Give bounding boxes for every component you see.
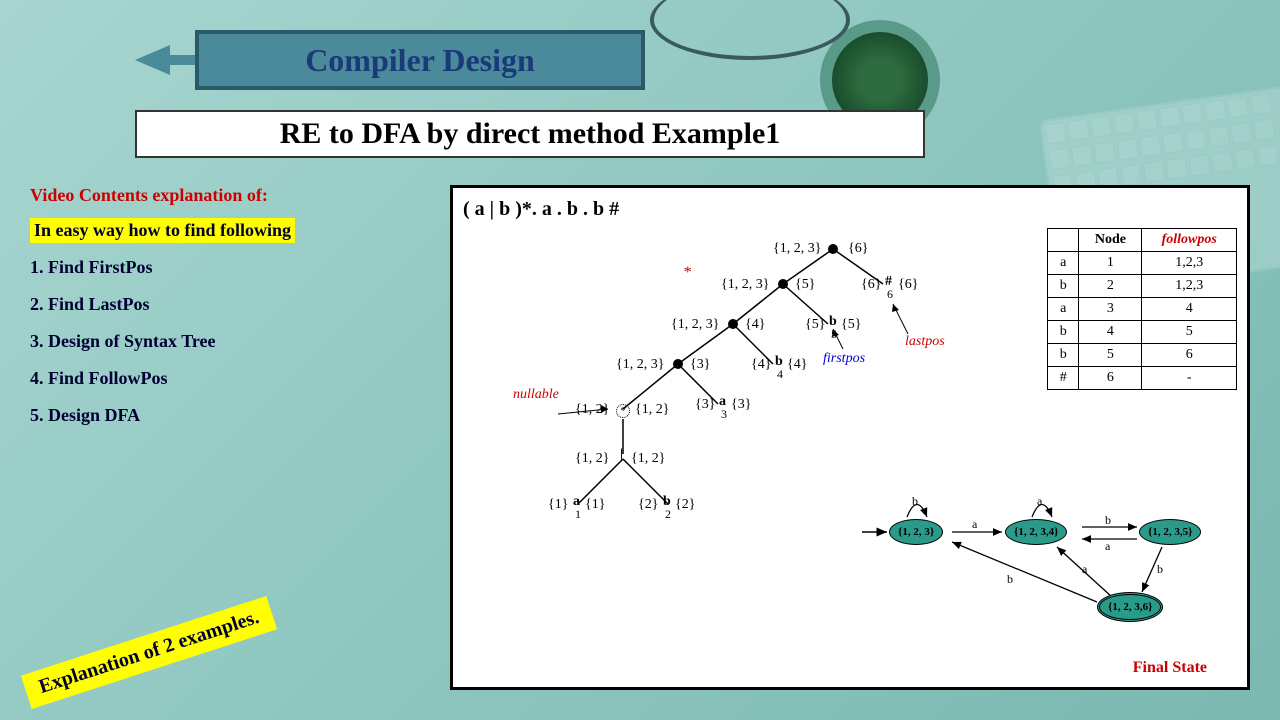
firstpos-label: firstpos <box>823 351 865 367</box>
td: 6 <box>1079 367 1142 390</box>
tree-node-icon <box>778 279 788 289</box>
list-item: 2. Find LastPos <box>30 294 430 315</box>
edge-label: b <box>1105 513 1111 528</box>
edge-label: b <box>1157 562 1163 577</box>
tree-label: {6} <box>848 241 868 257</box>
tree-node-icon <box>828 244 838 254</box>
tree-label: {2} <box>638 497 658 513</box>
tree-label: {3} <box>690 357 710 373</box>
tree-label: {1, 2} <box>631 451 665 467</box>
tree-node-icon <box>728 319 738 329</box>
tree-leaf-sub: 2 <box>665 507 671 522</box>
td: b <box>1048 275 1079 298</box>
followpos-table: Node followpos a11,2,3 b21,2,3 a34 b45 b… <box>1047 228 1237 390</box>
td: 1,2,3 <box>1142 252 1237 275</box>
td: b <box>1048 344 1079 367</box>
tree-label: {1, 2} <box>575 402 609 418</box>
edge-label: a <box>1082 562 1087 577</box>
tree-label: {4} <box>787 357 807 373</box>
tree-or-icon: | <box>620 447 623 463</box>
edge-label: b <box>912 494 918 509</box>
td: 4 <box>1079 321 1142 344</box>
tree-node-icon <box>673 359 683 369</box>
tree-label: {3} <box>695 397 715 413</box>
dfa-state: {1, 2, 3} <box>889 519 943 545</box>
dfa-diagram: b a a b a b b a {1, 2, 3} {1, 2, 3,4} {1… <box>857 477 1237 677</box>
th <box>1048 229 1079 252</box>
td: 2 <box>1079 275 1142 298</box>
td: 1 <box>1079 252 1142 275</box>
tree-leaf-sub: 6 <box>887 287 893 302</box>
tree-leaf-sub: 4 <box>777 367 783 382</box>
tree-label: {5} <box>841 317 861 333</box>
examples-badge: Explanation of 2 examples. <box>21 596 277 709</box>
td: 1,2,3 <box>1142 275 1237 298</box>
edge-label: b <box>1007 572 1013 587</box>
tree-label: {1} <box>548 497 568 513</box>
tree-label: {5} <box>805 317 825 333</box>
tree-label: {1, 2, 3} <box>773 241 821 257</box>
td: 3 <box>1079 298 1142 321</box>
td: a <box>1048 298 1079 321</box>
th: followpos <box>1142 229 1237 252</box>
list-item: 4. Find FollowPos <box>30 368 430 389</box>
tree-label: {1, 2, 3} <box>721 277 769 293</box>
list-item: 5. Design DFA <box>30 405 430 426</box>
tree-leaf-sub: 5 <box>831 327 837 342</box>
tree-label: {1} <box>585 497 605 513</box>
tree-label: {6} <box>898 277 918 293</box>
dfa-state: {1, 2, 3,4} <box>1005 519 1067 545</box>
subtitle-text: RE to DFA by direct method Example1 <box>280 117 781 151</box>
edge-label: a <box>1037 494 1042 509</box>
td: # <box>1048 367 1079 390</box>
subtitle-banner: RE to DFA by direct method Example1 <box>135 110 925 158</box>
th: Node <box>1079 229 1142 252</box>
title-text: Compiler Design <box>305 42 535 79</box>
title-banner: Compiler Design <box>195 30 645 90</box>
tree-label: {1, 2, 3} <box>616 357 664 373</box>
tree-label: {5} <box>795 277 815 293</box>
tree-label: {2} <box>675 497 695 513</box>
star-marker: * <box>683 264 691 282</box>
td: - <box>1142 367 1237 390</box>
td: b <box>1048 321 1079 344</box>
nullable-label: nullable <box>513 387 559 403</box>
tree-label: {3} <box>731 397 751 413</box>
tree-label: {1, 2} <box>575 451 609 467</box>
tree-label: {1, 2} <box>635 402 669 418</box>
lastpos-label: lastpos <box>905 334 945 350</box>
tree-label: {4} <box>745 317 765 333</box>
edge-label: a <box>1105 539 1110 554</box>
dfa-final-state: {1, 2, 3,6} <box>1097 592 1163 622</box>
tree-leaf-sub: 3 <box>721 407 727 422</box>
td: 5 <box>1142 321 1237 344</box>
dfa-state: {1, 2, 3,5} <box>1139 519 1201 545</box>
td: 5 <box>1079 344 1142 367</box>
edge-label: a <box>972 517 977 532</box>
td: a <box>1048 252 1079 275</box>
tree-label: {1, 2, 3} <box>671 317 719 333</box>
contents-header: Video Contents explanation of: <box>30 185 430 206</box>
regex-expression: ( a | b )*. a . b . b # <box>463 198 1237 221</box>
list-item: 3. Design of Syntax Tree <box>30 331 430 352</box>
star-node-icon: * <box>616 404 630 418</box>
final-state-label: Final State <box>1133 659 1207 677</box>
td: 6 <box>1142 344 1237 367</box>
td: 4 <box>1142 298 1237 321</box>
content-list: Video Contents explanation of: In easy w… <box>30 185 430 442</box>
title-arrow-icon <box>135 45 170 75</box>
tree-label: {4} <box>751 357 771 373</box>
diagram-panel: ( a | b )*. a . b . b # {1, 2, 3} {6} {1… <box>450 185 1250 690</box>
list-item: 1. Find FirstPos <box>30 257 430 278</box>
title-arrow-line <box>170 55 195 65</box>
tree-leaf-sub: 1 <box>575 507 581 522</box>
tree-label: {6} <box>861 277 881 293</box>
highlight-line: In easy way how to find following <box>30 218 295 243</box>
cable-decoration <box>650 0 850 60</box>
